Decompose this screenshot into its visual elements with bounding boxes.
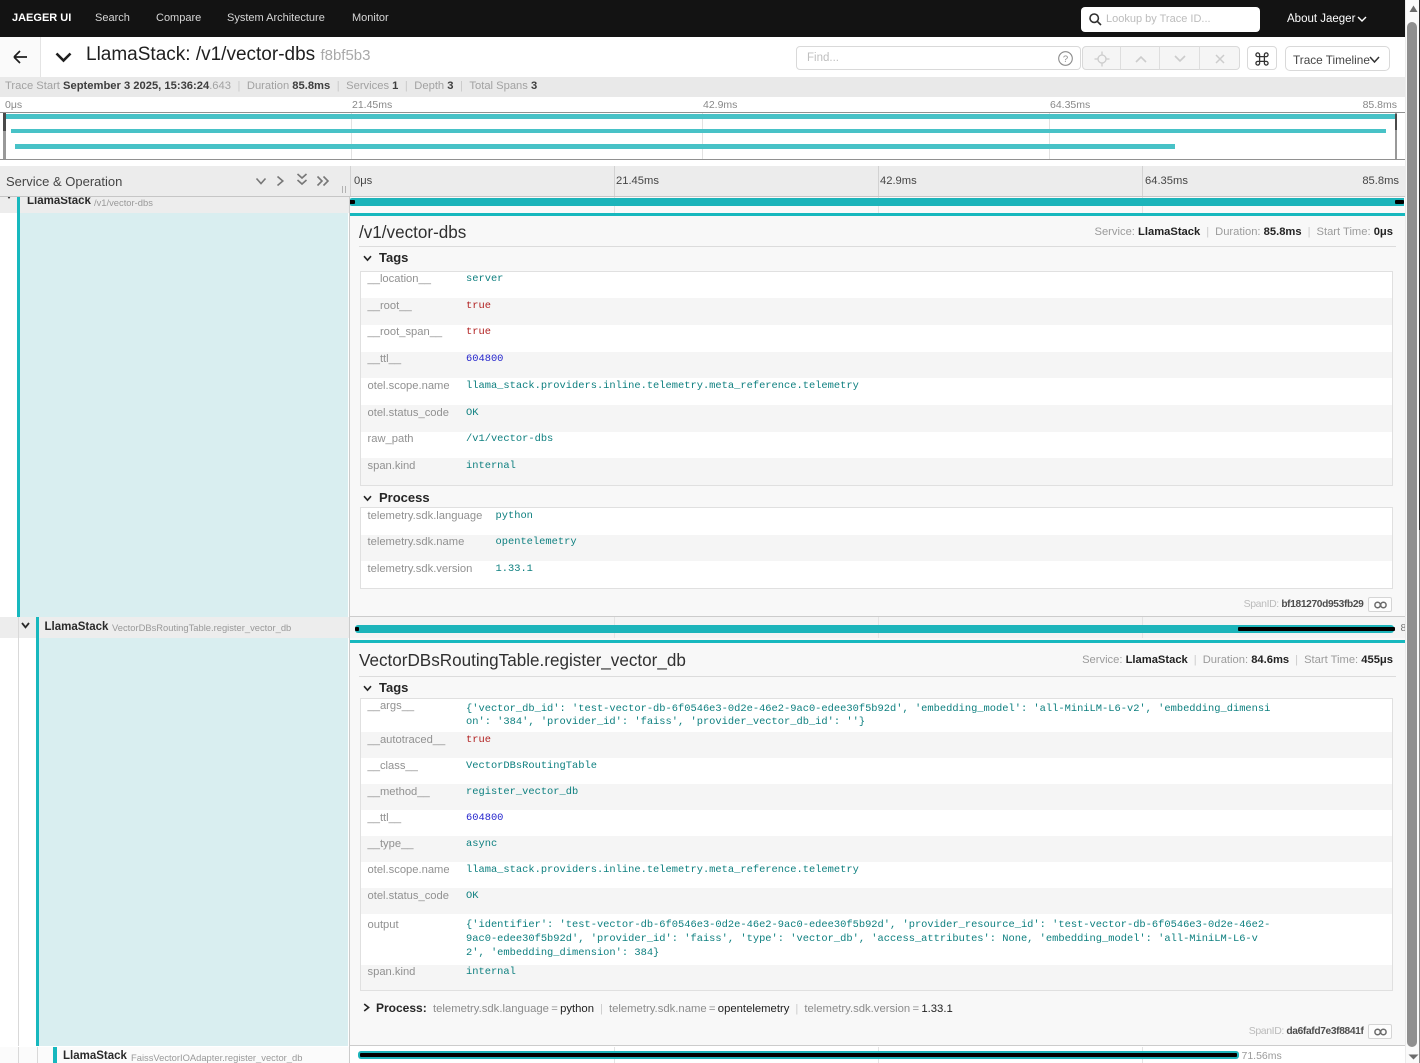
svg-text:?: ?: [1063, 54, 1068, 65]
